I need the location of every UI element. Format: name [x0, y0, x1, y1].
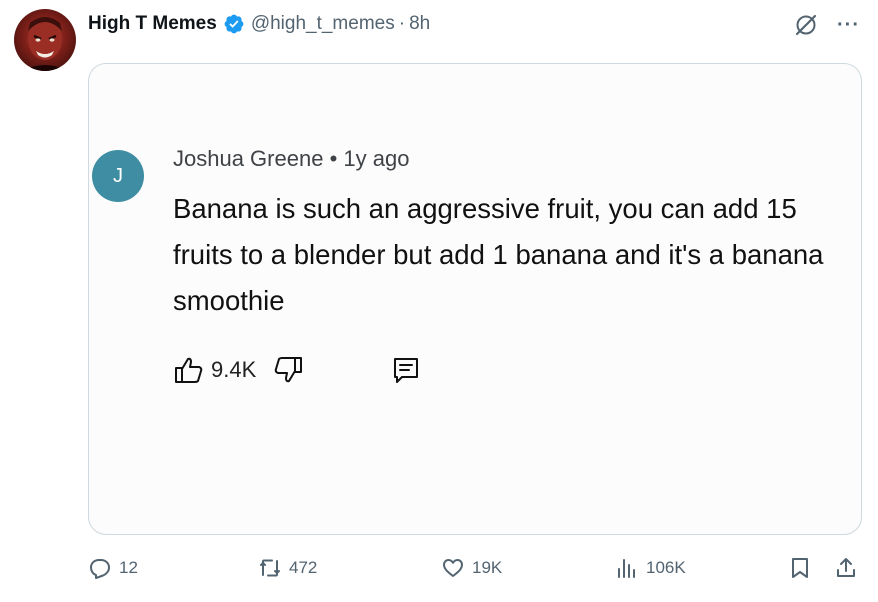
thumbs-up-icon [173, 354, 205, 386]
comment-text: Banana is such an aggressive fruit, you … [173, 193, 824, 316]
heart-icon [441, 556, 465, 580]
bookmark-button[interactable] [788, 556, 812, 580]
views-button[interactable]: 106K [615, 556, 686, 580]
comment-icon [390, 354, 422, 386]
separator-dot: · [398, 13, 406, 34]
repost-button[interactable]: 472 [258, 556, 317, 580]
verified-badge-icon [223, 13, 245, 35]
views-icon [615, 556, 639, 580]
post-header: High T Memes @high_t_memes · 8h [88, 10, 430, 38]
comment-like-count: 9.4K [211, 357, 257, 382]
avatar-image [22, 17, 68, 71]
handle[interactable]: @high_t_memes [251, 13, 395, 35]
comment-avatar: J [92, 150, 144, 202]
avatar[interactable] [14, 9, 76, 71]
like-count: 19K [472, 558, 503, 577]
repost-count: 472 [289, 558, 318, 577]
comment-author: Joshua Greene [173, 146, 324, 171]
reply-icon [88, 556, 112, 580]
thumbs-down-icon [272, 354, 304, 386]
comment-avatar-letter: J [113, 164, 123, 187]
reply-count: 12 [119, 558, 138, 577]
post-top-actions: ··· [793, 12, 860, 38]
display-name[interactable]: High T Memes [88, 13, 217, 35]
engagement-bar: 12 472 19K 106K [88, 556, 860, 586]
grok-icon[interactable] [793, 12, 819, 38]
more-icon[interactable]: ··· [837, 15, 860, 35]
like-button[interactable]: 19K [441, 556, 502, 580]
post-time[interactable]: 8h [409, 13, 430, 35]
comment-author-line: Joshua Greene • 1y ago [173, 146, 409, 172]
reply-button[interactable]: 12 [88, 556, 138, 580]
share-icon [834, 556, 858, 580]
comment-actions: 9.4K [173, 354, 422, 386]
comment-time: 1y ago [343, 146, 410, 171]
comment-separator: • [329, 146, 338, 171]
post-media-image[interactable]: J Joshua Greene • 1y ago Banana is such … [88, 63, 862, 535]
bookmark-icon [788, 556, 812, 580]
share-button[interactable] [834, 556, 858, 580]
repost-icon [258, 556, 282, 580]
views-count: 106K [646, 558, 686, 577]
